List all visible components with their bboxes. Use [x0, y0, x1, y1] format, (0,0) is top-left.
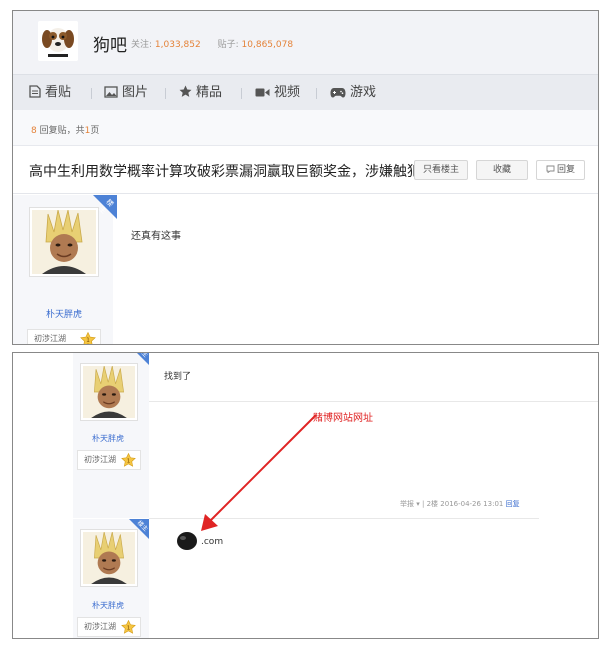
followers-label: 关注:	[131, 40, 153, 50]
forum-page-screenshot-bottom: 朴天胖虎 初涉江湖 1 楼主 找到了 举报 ▾ | 2楼 2016-04-26 …	[12, 352, 599, 639]
gamepad-icon	[330, 88, 346, 98]
star-icon	[179, 85, 192, 97]
annotation-arrow-icon	[201, 414, 317, 531]
level-star-icon: 1	[80, 332, 96, 344]
tab-featured[interactable]: 精品	[179, 75, 222, 111]
level-label: 初涉江湖	[84, 622, 116, 631]
posts-label: 贴子:	[217, 40, 239, 50]
posts-count: 10,865,078	[241, 40, 294, 50]
avatar-image	[83, 532, 135, 584]
tab-posts[interactable]: 看贴	[29, 75, 71, 111]
post-floor-1: 朴天胖虎 初涉江湖 1 楼主 还真有这事	[13, 195, 598, 344]
reply-count-bar: 8 回复贴，共1页	[13, 110, 598, 146]
post-date: 2016-04-26 13:01	[440, 500, 504, 508]
tab-label: 图片	[122, 85, 149, 100]
tab-videos[interactable]: 视频	[255, 75, 300, 111]
post-content: 找到了	[164, 372, 192, 382]
tab-label: 视频	[274, 85, 301, 100]
avatar[interactable]	[80, 363, 138, 421]
author-name[interactable]: 朴天胖虎	[92, 600, 124, 611]
author-name[interactable]: 朴天胖虎	[46, 307, 82, 320]
reply-button-label: 回复	[556, 165, 575, 175]
forum-nav: 看贴 图片 精品 视频 游戏	[13, 74, 598, 110]
reply-link[interactable]: 回复	[506, 500, 520, 508]
video-icon	[255, 88, 270, 97]
only-op-button[interactable]: 只看楼主	[414, 160, 468, 180]
level-star-icon: 1	[121, 453, 136, 467]
thread-title-bar: 高中生利用数学概率计算攻破彩票漏洞赢取巨额奖金，涉嫌触犯... 只看楼主 收藏 …	[13, 146, 598, 194]
nav-divider	[241, 88, 242, 99]
post-content: 还真有这事	[131, 231, 181, 242]
thread-title: 高中生利用数学概率计算攻破彩票漏洞赢取巨额奖金，涉嫌触犯...	[29, 164, 435, 180]
forum-page-screenshot-top: 狗吧 关注: 1,033,852 贴子: 10,865,078 看贴 图片 精品…	[12, 10, 599, 345]
level-label: 初涉江湖	[34, 334, 66, 343]
avatar[interactable]	[29, 207, 99, 277]
author-column: 朴天胖虎 初涉江湖 1 楼主	[73, 519, 149, 638]
doc-icon	[29, 85, 41, 98]
image-icon	[104, 86, 118, 98]
tab-games[interactable]: 游戏	[330, 75, 376, 111]
level-number: 1	[127, 458, 131, 464]
followers-count: 1,033,852	[154, 40, 201, 50]
tab-label: 游戏	[350, 85, 377, 100]
level-label: 初涉江湖	[84, 455, 116, 464]
favorite-button[interactable]: 收藏	[476, 160, 528, 180]
content-divider	[149, 401, 598, 402]
reply-count-mid: 回复贴，共	[39, 126, 85, 136]
forum-stats: 关注: 1,033,852 贴子: 10,865,078	[131, 37, 307, 50]
forum-header: 狗吧 关注: 1,033,852 贴子: 10,865,078	[13, 11, 598, 74]
nav-divider	[316, 88, 317, 99]
reply-count: 8	[31, 126, 37, 136]
tab-label: 看贴	[45, 85, 72, 100]
user-level[interactable]: 初涉江湖 1	[77, 450, 141, 470]
tab-label: 精品	[196, 85, 223, 100]
forum-name[interactable]: 狗吧	[93, 31, 127, 56]
nav-divider	[165, 88, 166, 99]
comment-icon	[546, 165, 555, 174]
avatar-image	[83, 366, 135, 418]
nav-divider	[91, 88, 92, 99]
author-column: 朴天胖虎 初涉江湖 1 楼主	[13, 195, 117, 344]
floor-number: 2楼	[426, 500, 439, 508]
level-number: 1	[127, 625, 131, 631]
meta-separator: |	[421, 500, 425, 508]
author-name[interactable]: 朴天胖虎	[92, 433, 124, 444]
user-level[interactable]: 初涉江湖 1	[27, 329, 101, 344]
level-star-icon: 1	[121, 620, 136, 634]
author-column: 朴天胖虎 初涉江湖 1 楼主	[73, 353, 149, 518]
post-meta: 举报 ▾ | 2楼 2016-04-26 13:01 回复	[400, 499, 520, 509]
reply-count-text: 8 回复贴，共1页	[31, 123, 99, 136]
avatar-image	[32, 210, 96, 274]
user-level[interactable]: 初涉江湖 1	[77, 617, 141, 637]
report-link[interactable]: 举报 ▾	[400, 500, 420, 508]
tab-images[interactable]: 图片	[104, 75, 148, 111]
reply-button[interactable]: 回复	[536, 160, 585, 180]
website-link[interactable]: .com	[201, 537, 223, 547]
forum-logo-dog-icon[interactable]	[38, 21, 78, 61]
level-number: 1	[86, 337, 90, 344]
reply-count-end: 页	[90, 126, 100, 136]
